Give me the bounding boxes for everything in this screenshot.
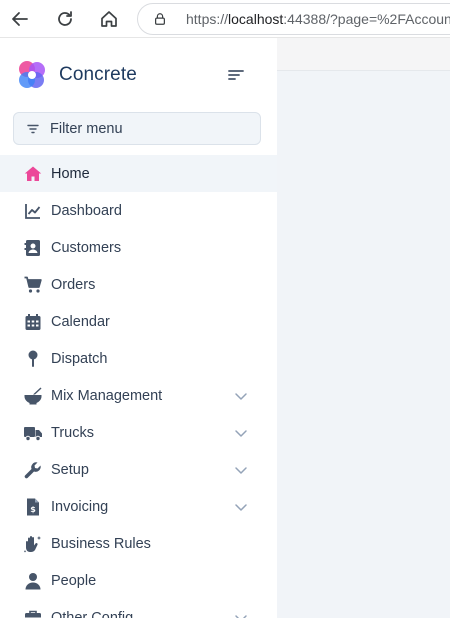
chevron-down-icon[interactable] <box>234 463 248 477</box>
sidebar-item-label: People <box>51 572 97 589</box>
sidebar-item-label: Home <box>51 165 90 182</box>
sidebar-item-label: Mix Management <box>51 387 163 404</box>
sidebar-menu: Home Dashboard Customers Orders Calendar <box>0 155 277 618</box>
chevron-down-icon[interactable] <box>234 389 248 403</box>
toolbox-icon <box>24 609 42 618</box>
address-bar[interactable]: https://localhost:44388/?page=%2FAccount <box>137 3 450 35</box>
sidebar-item-orders[interactable]: Orders <box>0 266 277 303</box>
truck-icon <box>24 424 42 442</box>
mortar-pestle-icon <box>24 387 42 405</box>
contact-card-icon <box>24 239 42 257</box>
sidebar-item-trucks[interactable]: Trucks <box>0 414 277 451</box>
sidebar-item-label: Business Rules <box>51 535 151 552</box>
reload-icon[interactable] <box>53 7 77 31</box>
sidebar-item-customers[interactable]: Customers <box>0 229 277 266</box>
brand[interactable]: Concrete <box>16 58 137 92</box>
chevron-down-icon[interactable] <box>234 611 248 618</box>
person-icon <box>24 572 42 590</box>
hand-sparkles-icon <box>24 535 42 553</box>
sidebar-item-label: Orders <box>51 276 96 293</box>
pin-icon <box>24 350 42 368</box>
home-icon <box>24 165 42 183</box>
sidebar-item-invoicing[interactable]: $ Invoicing <box>0 488 277 525</box>
sidebar-item-dashboard[interactable]: Dashboard <box>0 192 277 229</box>
sidebar-item-label: Calendar <box>51 313 110 330</box>
sidebar-item-dispatch[interactable]: Dispatch <box>0 340 277 377</box>
top-bar <box>277 38 450 71</box>
browser-toolbar: https://localhost:44388/?page=%2FAccount <box>0 0 450 38</box>
back-icon[interactable] <box>8 7 32 31</box>
chevron-down-icon[interactable] <box>234 426 248 440</box>
cart-icon <box>24 276 42 294</box>
sidebar-item-label: Trucks <box>51 424 94 441</box>
chart-line-icon <box>24 202 42 220</box>
invoice-dollar-icon: $ <box>24 498 42 516</box>
filter-icon <box>27 124 39 133</box>
svg-text:$: $ <box>30 505 36 514</box>
calendar-icon <box>24 313 42 331</box>
sidebar-item-setup[interactable]: Setup <box>0 451 277 488</box>
sidebar-item-label: Dispatch <box>51 350 108 367</box>
sidebar-item-label: Customers <box>51 239 122 256</box>
sidebar-item-home[interactable]: Home <box>0 155 277 192</box>
sidebar-item-people[interactable]: People <box>0 562 277 599</box>
sidebar-item-other-config[interactable]: Other Config <box>0 599 277 618</box>
main-content <box>277 38 450 618</box>
wrench-icon <box>24 461 42 479</box>
sidebar-item-label: Setup <box>51 461 89 478</box>
url-text: https://localhost:44388/?page=%2FAccount <box>186 11 450 27</box>
sidebar-item-calendar[interactable]: Calendar <box>0 303 277 340</box>
sidebar: Concrete Filter menu Home Dashboard Cust… <box>0 38 277 618</box>
sidebar-item-label: Invoicing <box>51 498 109 515</box>
lock-icon[interactable] <box>152 11 168 27</box>
concrete-logo-icon <box>19 61 45 88</box>
sidebar-item-label: Dashboard <box>51 202 122 219</box>
sidebar-item-label: Other Config <box>51 609 134 618</box>
menu-collapse-icon[interactable] <box>226 66 246 84</box>
brand-name: Concrete <box>59 64 137 85</box>
chevron-down-icon[interactable] <box>234 500 248 514</box>
sidebar-item-business-rules[interactable]: Business Rules <box>0 525 277 562</box>
filter-menu-input[interactable]: Filter menu <box>13 112 261 145</box>
sidebar-item-mix-management[interactable]: Mix Management <box>0 377 277 414</box>
filter-placeholder: Filter menu <box>50 120 123 137</box>
home-page-icon[interactable] <box>97 7 121 31</box>
